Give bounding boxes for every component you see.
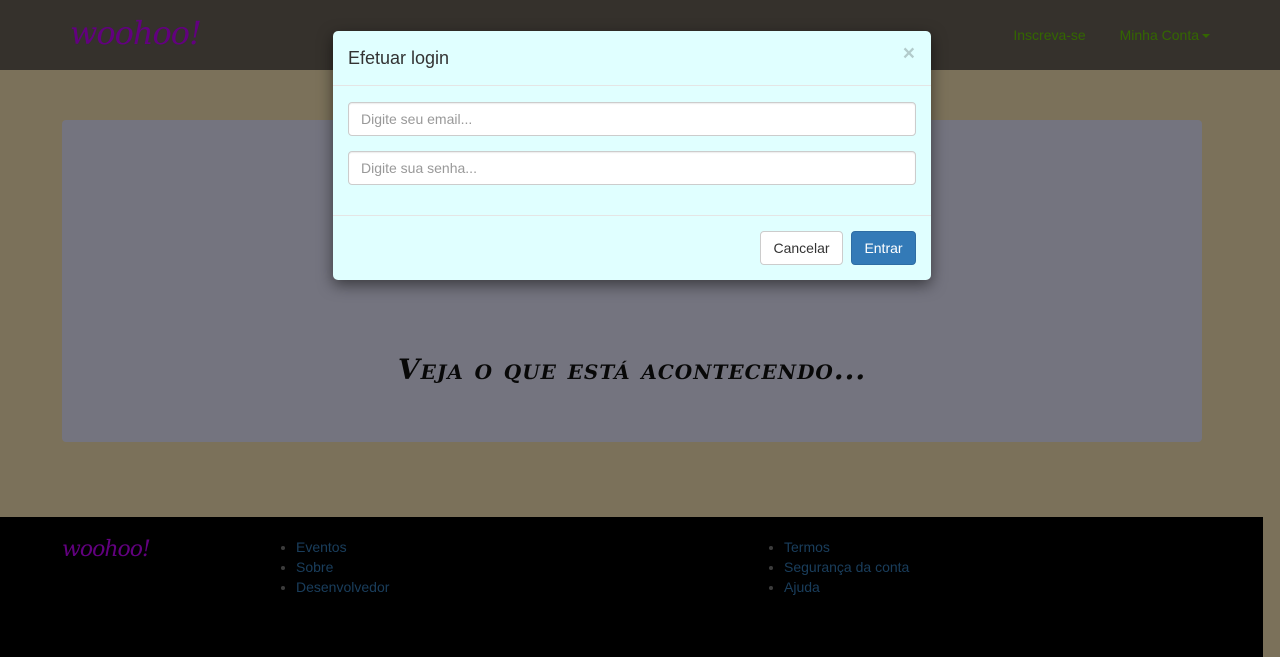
login-submit-button[interactable]: Entrar <box>851 231 916 265</box>
email-input[interactable] <box>348 102 916 136</box>
close-icon[interactable]: × <box>903 43 915 64</box>
login-modal: Efetuar login × Cancelar Entrar <box>333 31 931 280</box>
modal-header: Efetuar login × <box>333 31 931 86</box>
password-input[interactable] <box>348 151 916 185</box>
modal-footer: Cancelar Entrar <box>333 215 931 280</box>
modal-title: Efetuar login <box>348 48 450 68</box>
cancel-button[interactable]: Cancelar <box>760 231 843 265</box>
